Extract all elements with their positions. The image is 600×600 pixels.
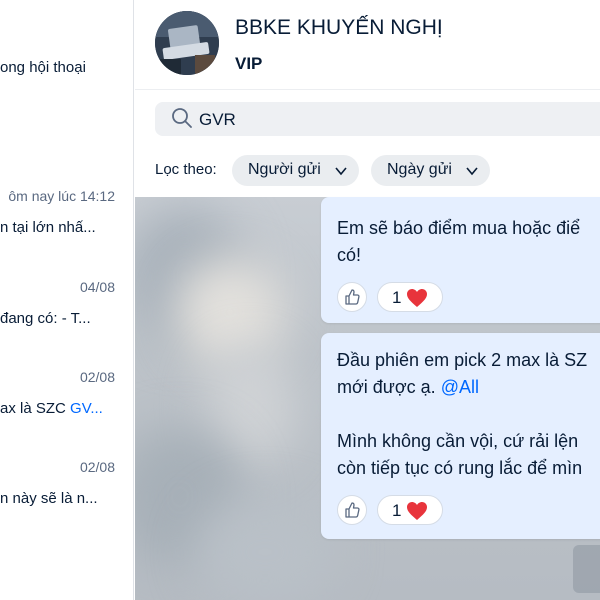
reaction-pill[interactable]: 1 [377,282,443,312]
result-highlight: GV... [70,400,103,417]
result-snippet[interactable]: đang có: - T... [0,310,91,327]
search-value: GVR [199,110,236,129]
heart-icon [407,289,427,307]
message-text: Mình không cần vội, cứ rải lện [337,431,579,451]
scroll-to-bottom-button[interactable] [573,545,600,593]
thumbs-up-icon [345,289,360,305]
result-snippet[interactable]: ax là SZC GV... [0,400,103,417]
chevron-down-icon [335,167,347,176]
background-shape [175,257,285,367]
mention-all-link[interactable]: @All [441,377,479,397]
message-bubble[interactable]: Đầu phiên em pick 2 max là SZ mới được ạ… [321,333,600,539]
chat-header: BBKE KHUYẾN NGHỊ VIP [135,0,600,90]
avatar-image [155,11,219,75]
like-button[interactable] [337,495,367,525]
thumbs-up-icon [345,502,360,518]
reaction-count: 1 [392,501,402,520]
message-text: mới được ạ. @All [337,377,479,398]
message-text: Đầu phiên em pick 2 max là SZ [337,350,588,370]
result-time: 04/08 [79,279,115,295]
like-button[interactable] [337,282,367,312]
message-text-part: mới được ạ. [337,377,441,397]
filter-sender-dropdown[interactable]: Người gửi [232,155,359,186]
result-time: 02/08 [79,459,115,475]
group-subtitle: VIP [235,54,263,73]
header-divider [135,89,600,90]
message-bubble[interactable]: Em sẽ báo điểm mua hoặc điể có! 1 [321,197,600,323]
message-text: còn tiếp tục có rung lắc để mìn [337,458,583,478]
group-avatar[interactable] [155,11,219,75]
message-text: Em sẽ báo điểm mua hoặc điể [337,218,581,238]
heart-icon [407,502,427,520]
filter-date-label: Ngày gửi [387,161,452,178]
message-text: có! [337,245,362,265]
result-snippet[interactable]: n tại lớn nhấ... [0,219,96,236]
filter-label: Lọc theo: [155,161,217,178]
result-time: 02/08 [79,369,115,385]
result-snippet[interactable]: n này sẽ là n... [0,490,98,507]
message-search-input[interactable]: GVR [155,102,600,136]
result-snippet[interactable]: ong hội thoại [0,59,86,76]
reaction-count: 1 [392,288,402,307]
filter-date-dropdown[interactable]: Ngày gửi [371,155,490,186]
filter-sender-label: Người gửi [248,161,321,178]
result-snippet-text: ax là SZC [0,400,71,417]
search-results-panel: ong hội thoại ôm nay lúc 14:12 n tại lớn… [0,0,134,600]
search-icon [172,108,192,128]
chevron-down-icon [466,167,478,176]
background-shape [195,497,335,600]
reaction-pill[interactable]: 1 [377,495,443,525]
group-name: BBKE KHUYẾN NGHỊ [235,16,443,39]
result-time: ôm nay lúc 14:12 [8,188,115,204]
chat-panel: BBKE KHUYẾN NGHỊ VIP GVR Lọc theo: Người… [135,0,600,600]
